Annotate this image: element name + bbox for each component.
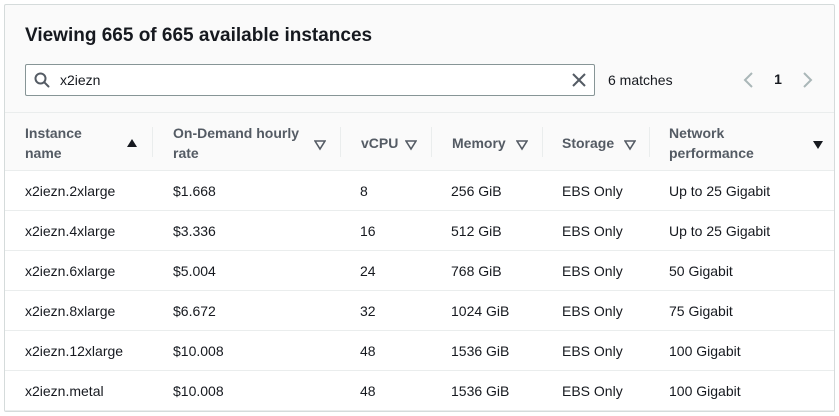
column-header-label: vCPU (361, 135, 399, 151)
close-icon (572, 73, 586, 87)
search-icon (34, 72, 50, 88)
cell-storage: EBS Only (562, 383, 623, 399)
cell-vcpu: 24 (360, 263, 376, 279)
cell-storage: EBS Only (562, 263, 623, 279)
column-header-label: Network performance (669, 125, 754, 161)
column-header-label: On-Demand hourly rate (173, 125, 300, 161)
cell-memory: 512 GiB (451, 223, 502, 239)
next-page-button[interactable] (798, 69, 816, 91)
column-header-label: Memory (452, 135, 506, 151)
table-row[interactable]: x2iezn.metal $10.008 48 1536 GiB EBS Only 100… (5, 371, 834, 411)
cell-hourly-rate: $1.668 (173, 183, 216, 199)
cell-hourly-rate: $5.004 (173, 263, 216, 279)
cell-storage: EBS Only (562, 343, 623, 359)
cell-hourly-rate: $3.336 (173, 223, 216, 239)
cell-memory: 768 GiB (451, 263, 502, 279)
cell-network: 75 Gigabit (669, 303, 733, 319)
cell-vcpu: 32 (360, 303, 376, 319)
sort-dropdown-icon (516, 140, 528, 151)
column-header-vcpu[interactable]: vCPU (341, 113, 431, 171)
cell-vcpu: 48 (360, 343, 376, 359)
cell-hourly-rate: $10.008 (173, 343, 224, 359)
cell-instance-name: x2iezn.2xlarge (25, 183, 116, 199)
column-header-label: Storage (562, 135, 615, 151)
cell-memory: 1536 GiB (451, 383, 510, 399)
cell-network: 50 Gigabit (669, 263, 733, 279)
cell-storage: EBS Only (562, 223, 623, 239)
cell-storage: EBS Only (562, 303, 623, 319)
table-body: x2iezn.2xlarge $1.668 8 256 GiB EBS Only Up t… (5, 171, 834, 411)
table-row[interactable]: x2iezn.12xlarge $10.008 48 1536 GiB EBS Only… (5, 331, 834, 371)
chevron-right-icon (803, 72, 813, 88)
column-header-instance-name[interactable]: Instance name (5, 113, 152, 171)
table-row[interactable]: x2iezn.2xlarge $1.668 8 256 GiB EBS Only Up t… (5, 171, 834, 211)
cell-vcpu: 8 (360, 183, 368, 199)
cell-network: 100 Gigabit (669, 343, 741, 359)
cell-instance-name: x2iezn.12xlarge (25, 343, 124, 359)
cell-network: Up to 25 Gigabit (669, 183, 771, 199)
instances-panel: Viewing 665 of 665 available instances 6… (4, 4, 835, 412)
column-header-memory[interactable]: Memory (432, 113, 542, 171)
instances-table: Instance name On-Demand hourly rate vCPU (5, 112, 834, 411)
current-page-number[interactable]: 1 (770, 71, 786, 87)
clear-search-button[interactable] (569, 70, 589, 90)
cell-instance-name: x2iezn.metal (25, 383, 104, 399)
cell-vcpu: 48 (360, 383, 376, 399)
search-field[interactable] (25, 64, 595, 96)
cell-memory: 256 GiB (451, 183, 502, 199)
column-header-network-performance[interactable]: Network performance (649, 113, 834, 171)
chevron-left-icon (743, 72, 753, 88)
sort-dropdown-icon (624, 140, 636, 151)
cell-hourly-rate: $6.672 (173, 303, 216, 319)
column-header-label: Instance name (25, 125, 82, 161)
match-count: 6 matches (608, 72, 673, 88)
sort-dropdown-icon (314, 140, 326, 151)
table-row[interactable]: x2iezn.4xlarge $3.336 16 512 GiB EBS Only Up … (5, 211, 834, 251)
cell-instance-name: x2iezn.6xlarge (25, 263, 116, 279)
cell-vcpu: 16 (360, 223, 376, 239)
table-header: Instance name On-Demand hourly rate vCPU (5, 112, 834, 171)
cell-memory: 1536 GiB (451, 343, 510, 359)
cell-memory: 1024 GiB (451, 303, 510, 319)
cell-instance-name: x2iezn.4xlarge (25, 223, 116, 239)
sort-dropdown-icon (405, 140, 417, 151)
cell-network: 100 Gigabit (669, 383, 741, 399)
previous-page-button[interactable] (740, 69, 758, 91)
search-input[interactable] (60, 67, 560, 93)
table-row[interactable]: x2iezn.8xlarge $6.672 32 1024 GiB EBS Only 75… (5, 291, 834, 331)
cell-network: Up to 25 Gigabit (669, 223, 771, 239)
page-title: Viewing 665 of 665 available instances (25, 25, 373, 46)
sort-ascending-icon (127, 139, 137, 147)
cell-hourly-rate: $10.008 (173, 383, 224, 399)
column-header-storage[interactable]: Storage (542, 113, 649, 171)
table-row[interactable]: x2iezn.6xlarge $5.004 24 768 GiB EBS Only 50 … (5, 251, 834, 291)
column-header-on-demand-rate[interactable]: On-Demand hourly rate (153, 113, 340, 171)
cell-storage: EBS Only (562, 183, 623, 199)
sort-dropdown-icon (813, 141, 823, 149)
cell-instance-name: x2iezn.8xlarge (25, 303, 116, 319)
